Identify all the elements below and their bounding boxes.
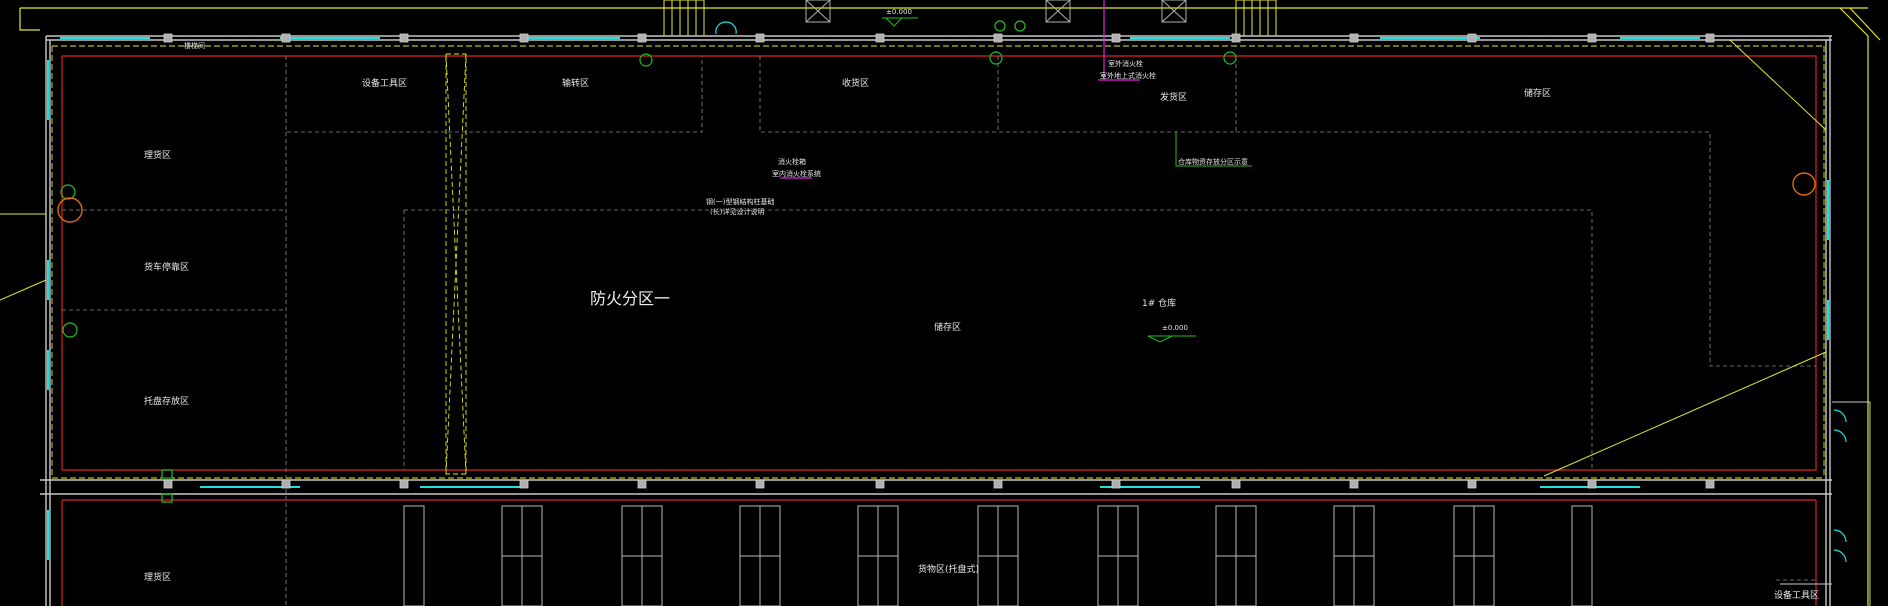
elevation-top: ±0.000 bbox=[886, 8, 912, 16]
zone-transfer: 输转区 bbox=[562, 77, 589, 89]
zone-pallet-area: 托盘存放区 bbox=[144, 395, 189, 407]
zone-cargo-bottom: 货物区(托盘式) bbox=[918, 563, 979, 575]
floor-note-1: 钢(一)型钢结构柱基础 bbox=[706, 197, 774, 206]
right-annex bbox=[1780, 401, 1871, 606]
zone-receiving: 收货区 bbox=[842, 77, 869, 89]
structural-columns bbox=[163, 33, 1715, 489]
stair-top-right bbox=[1235, 0, 1277, 37]
zone-equipment-bottom-right: 设备工具区 bbox=[1774, 589, 1819, 601]
diagonal-pipes bbox=[0, 39, 1827, 477]
column-strip bbox=[445, 53, 467, 475]
zone-truck-parking: 货车停靠区 bbox=[144, 261, 189, 273]
top-left-tag: 楼梯间 bbox=[184, 41, 205, 50]
outside-boxes bbox=[805, 0, 1187, 23]
cad-floor-plan: 设备工具区 输转区 收货区 发货区 储存区 理货区 货车停靠区 托盘存放区 防火… bbox=[0, 0, 1881, 606]
lower-windows bbox=[403, 505, 1593, 606]
center-note-2: 室内消火栓系统 bbox=[772, 169, 821, 178]
zone-tally-left: 理货区 bbox=[144, 149, 171, 161]
fire-zone-label: 防火分区一 bbox=[590, 289, 670, 308]
axis-lines bbox=[51, 45, 1825, 479]
site-boundary bbox=[19, 7, 1881, 606]
magenta-note-1: 室外消火栓 bbox=[1108, 59, 1143, 68]
zone-shipping: 发货区 bbox=[1160, 91, 1187, 103]
magenta-pipe bbox=[780, 0, 1140, 179]
green-callout-text: 仓库物资存放分区示意 bbox=[1178, 157, 1248, 166]
floor-note-2: (长)详见设计说明 bbox=[710, 207, 764, 216]
zone-tally-bottom: 理货区 bbox=[144, 571, 171, 583]
center-note-1: 消火栓箱 bbox=[778, 157, 806, 166]
elev-marker-top bbox=[882, 17, 918, 27]
magenta-note-2: 室外地上式消火栓 bbox=[1100, 71, 1156, 80]
warehouse-label: 1# 仓库 bbox=[1142, 297, 1176, 309]
outdoor-hydrants bbox=[57, 172, 1816, 223]
door-arcs bbox=[715, 21, 1847, 563]
zone-storage-top-right: 储存区 bbox=[1524, 87, 1551, 99]
fire-hydrant-symbols bbox=[60, 20, 1237, 503]
building-walls bbox=[40, 35, 1832, 606]
zone-equipment-tools-top: 设备工具区 bbox=[362, 77, 407, 89]
stair-top-left bbox=[663, 0, 705, 37]
elevation-center: ±0.000 bbox=[1162, 324, 1188, 332]
zone-storage-center: 储存区 bbox=[934, 321, 961, 333]
windows bbox=[47, 37, 1829, 560]
